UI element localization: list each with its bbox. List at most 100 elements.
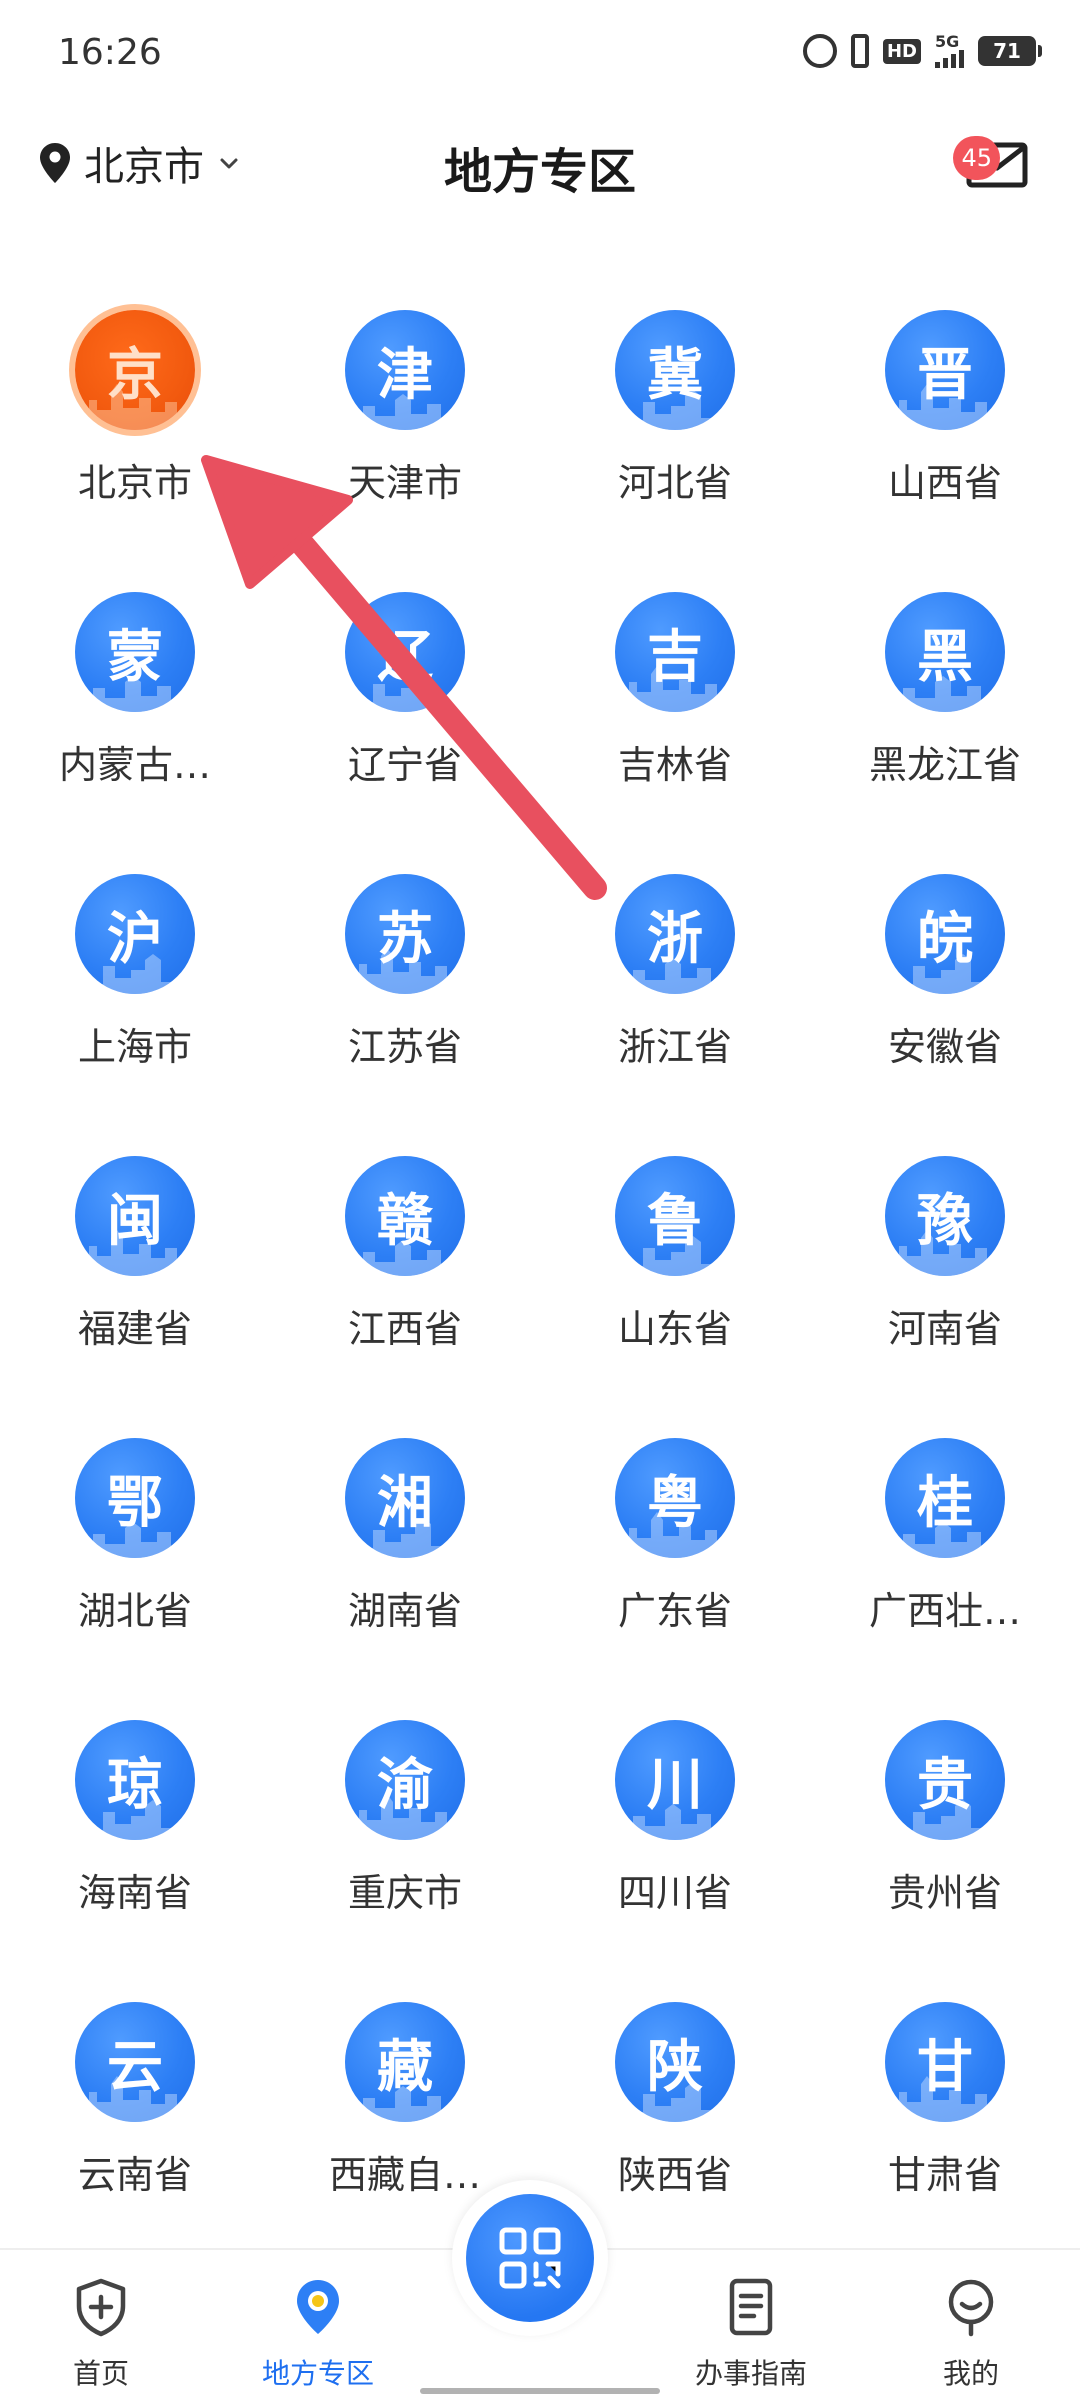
nav-home[interactable]: 首页 <box>70 2276 132 2392</box>
scan-button[interactable] <box>452 2180 608 2336</box>
region-badge-char: 川 <box>647 1752 703 1818</box>
region-badge-icon: 鄂 <box>75 1438 195 1558</box>
region-label: 黑龙江省 <box>868 743 1021 787</box>
region-badge-icon: 冀 <box>615 310 735 430</box>
region-badge-icon: 辽 <box>345 592 465 712</box>
selected-flag-icon <box>181 310 195 316</box>
region-badge-char: 沪 <box>107 906 163 972</box>
region-item[interactable]: 云云南省 <box>0 1967 270 2249</box>
region-item[interactable]: 渝重庆市 <box>270 1685 540 1967</box>
alarm-icon <box>802 34 837 68</box>
region-item[interactable]: 湘湖南省 <box>270 1403 540 1685</box>
region-badge-icon: 川 <box>615 1720 735 1840</box>
region-badge-char: 藏 <box>377 2034 433 2100</box>
region-badge-icon: 晋 <box>885 310 1005 430</box>
region-label: 河南省 <box>887 1307 1002 1351</box>
nav-guide[interactable]: 办事指南 <box>695 2276 807 2392</box>
region-item[interactable]: 苏江苏省 <box>270 839 540 1121</box>
region-item[interactable]: 沪上海市 <box>0 839 270 1121</box>
region-item[interactable]: 黑黑龙江省 <box>810 557 1080 839</box>
chevron-down-icon <box>220 158 238 169</box>
region-label: 天津市 <box>347 461 462 505</box>
region-badge-char: 京 <box>107 342 163 408</box>
region-item[interactable]: 粤广东省 <box>540 1403 810 1685</box>
region-badge-icon: 甘 <box>885 2002 1005 2122</box>
status-bar: 16:26 HD 5G 71 <box>0 0 1080 112</box>
nav-mine[interactable]: 我的 <box>940 2276 1002 2392</box>
region-item[interactable]: 琼海南省 <box>0 1685 270 1967</box>
region-item[interactable]: 桂广西壮… <box>810 1403 1080 1685</box>
region-badge-char: 冀 <box>647 342 703 408</box>
region-badge-icon: 琼 <box>75 1720 195 1840</box>
region-label: 甘肃省 <box>887 2153 1002 2197</box>
region-label: 上海市 <box>77 1025 192 1069</box>
region-badge-icon: 蒙 <box>75 592 195 712</box>
region-item[interactable]: 浙浙江省 <box>540 839 810 1121</box>
location-pin-icon <box>40 143 70 183</box>
region-badge-icon: 藏 <box>345 2002 465 2122</box>
region-badge-char: 贵 <box>917 1752 973 1818</box>
region-item[interactable]: 甘甘肃省 <box>810 1967 1080 2249</box>
region-badge-char: 豫 <box>917 1188 973 1254</box>
document-icon <box>729 2278 773 2336</box>
region-item[interactable]: 蒙内蒙古… <box>0 557 270 839</box>
battery-level: 71 <box>993 39 1021 63</box>
region-badge-char: 津 <box>377 342 433 408</box>
region-badge-char: 皖 <box>917 906 973 972</box>
region-badge-icon: 桂 <box>885 1438 1005 1558</box>
region-badge-icon: 津 <box>345 310 465 430</box>
region-label: 湖南省 <box>347 1589 462 1633</box>
profile-icon <box>948 2279 994 2337</box>
region-label: 贵州省 <box>887 1871 1002 1915</box>
region-label: 福建省 <box>77 1307 192 1351</box>
region-item[interactable]: 晋山西省 <box>810 275 1080 557</box>
nav-local-label: 地方专区 <box>262 2357 375 2390</box>
region-label: 吉林省 <box>617 743 732 787</box>
unread-badge: 45 <box>953 136 1000 180</box>
region-item[interactable]: 皖安徽省 <box>810 839 1080 1121</box>
region-badge-char: 辽 <box>377 624 433 690</box>
region-badge-icon: 豫 <box>885 1156 1005 1276</box>
region-badge-char: 桂 <box>917 1470 973 1536</box>
region-item[interactable]: 贵贵州省 <box>810 1685 1080 1967</box>
header: 北京市 地方专区 45 <box>0 112 1080 222</box>
region-item[interactable]: 鄂湖北省 <box>0 1403 270 1685</box>
region-label: 广东省 <box>617 1589 732 1633</box>
nav-local[interactable]: 地方专区 <box>262 2276 374 2392</box>
region-item[interactable]: 津天津市 <box>270 275 540 557</box>
region-item[interactable]: 豫河南省 <box>810 1121 1080 1403</box>
region-item[interactable]: 冀河北省 <box>540 275 810 557</box>
region-badge-char: 晋 <box>917 342 973 408</box>
home-indicator <box>420 2388 660 2394</box>
region-badge-icon: 京 <box>75 310 195 430</box>
mail-button[interactable]: 45 <box>953 136 1028 188</box>
region-label: 重庆市 <box>347 1871 462 1915</box>
hd-icon: HD <box>882 38 921 64</box>
location-selector[interactable]: 北京市 <box>40 134 240 192</box>
region-label: 山东省 <box>617 1307 732 1351</box>
region-item[interactable]: 鲁山东省 <box>540 1121 810 1403</box>
region-item[interactable]: 闽福建省 <box>0 1121 270 1403</box>
region-badge-icon: 闽 <box>75 1156 195 1276</box>
region-label: 陕西省 <box>617 2153 732 2197</box>
region-item[interactable]: 京北京市 <box>0 275 270 557</box>
region-badge-char: 赣 <box>377 1188 433 1254</box>
region-badge-char: 粤 <box>647 1470 703 1536</box>
region-item[interactable]: 川四川省 <box>540 1685 810 1967</box>
region-item[interactable]: 赣江西省 <box>270 1121 540 1403</box>
region-badge-icon: 黑 <box>885 592 1005 712</box>
location-label: 北京市 <box>84 144 204 190</box>
region-badge-char: 苏 <box>377 906 433 972</box>
region-item[interactable]: 吉吉林省 <box>540 557 810 839</box>
region-label: 山西省 <box>887 461 1002 505</box>
region-item[interactable]: 辽辽宁省 <box>270 557 540 839</box>
region-badge-char: 渝 <box>377 1752 433 1818</box>
region-label: 内蒙古… <box>58 743 211 787</box>
region-badge-icon: 粤 <box>615 1438 735 1558</box>
region-badge-char: 鲁 <box>647 1188 703 1254</box>
region-label: 河北省 <box>617 461 732 505</box>
region-badge-char: 琼 <box>107 1752 163 1818</box>
region-badge-char: 黑 <box>917 624 973 690</box>
region-badge-icon: 湘 <box>345 1438 465 1558</box>
region-badge-char: 鄂 <box>107 1470 163 1536</box>
